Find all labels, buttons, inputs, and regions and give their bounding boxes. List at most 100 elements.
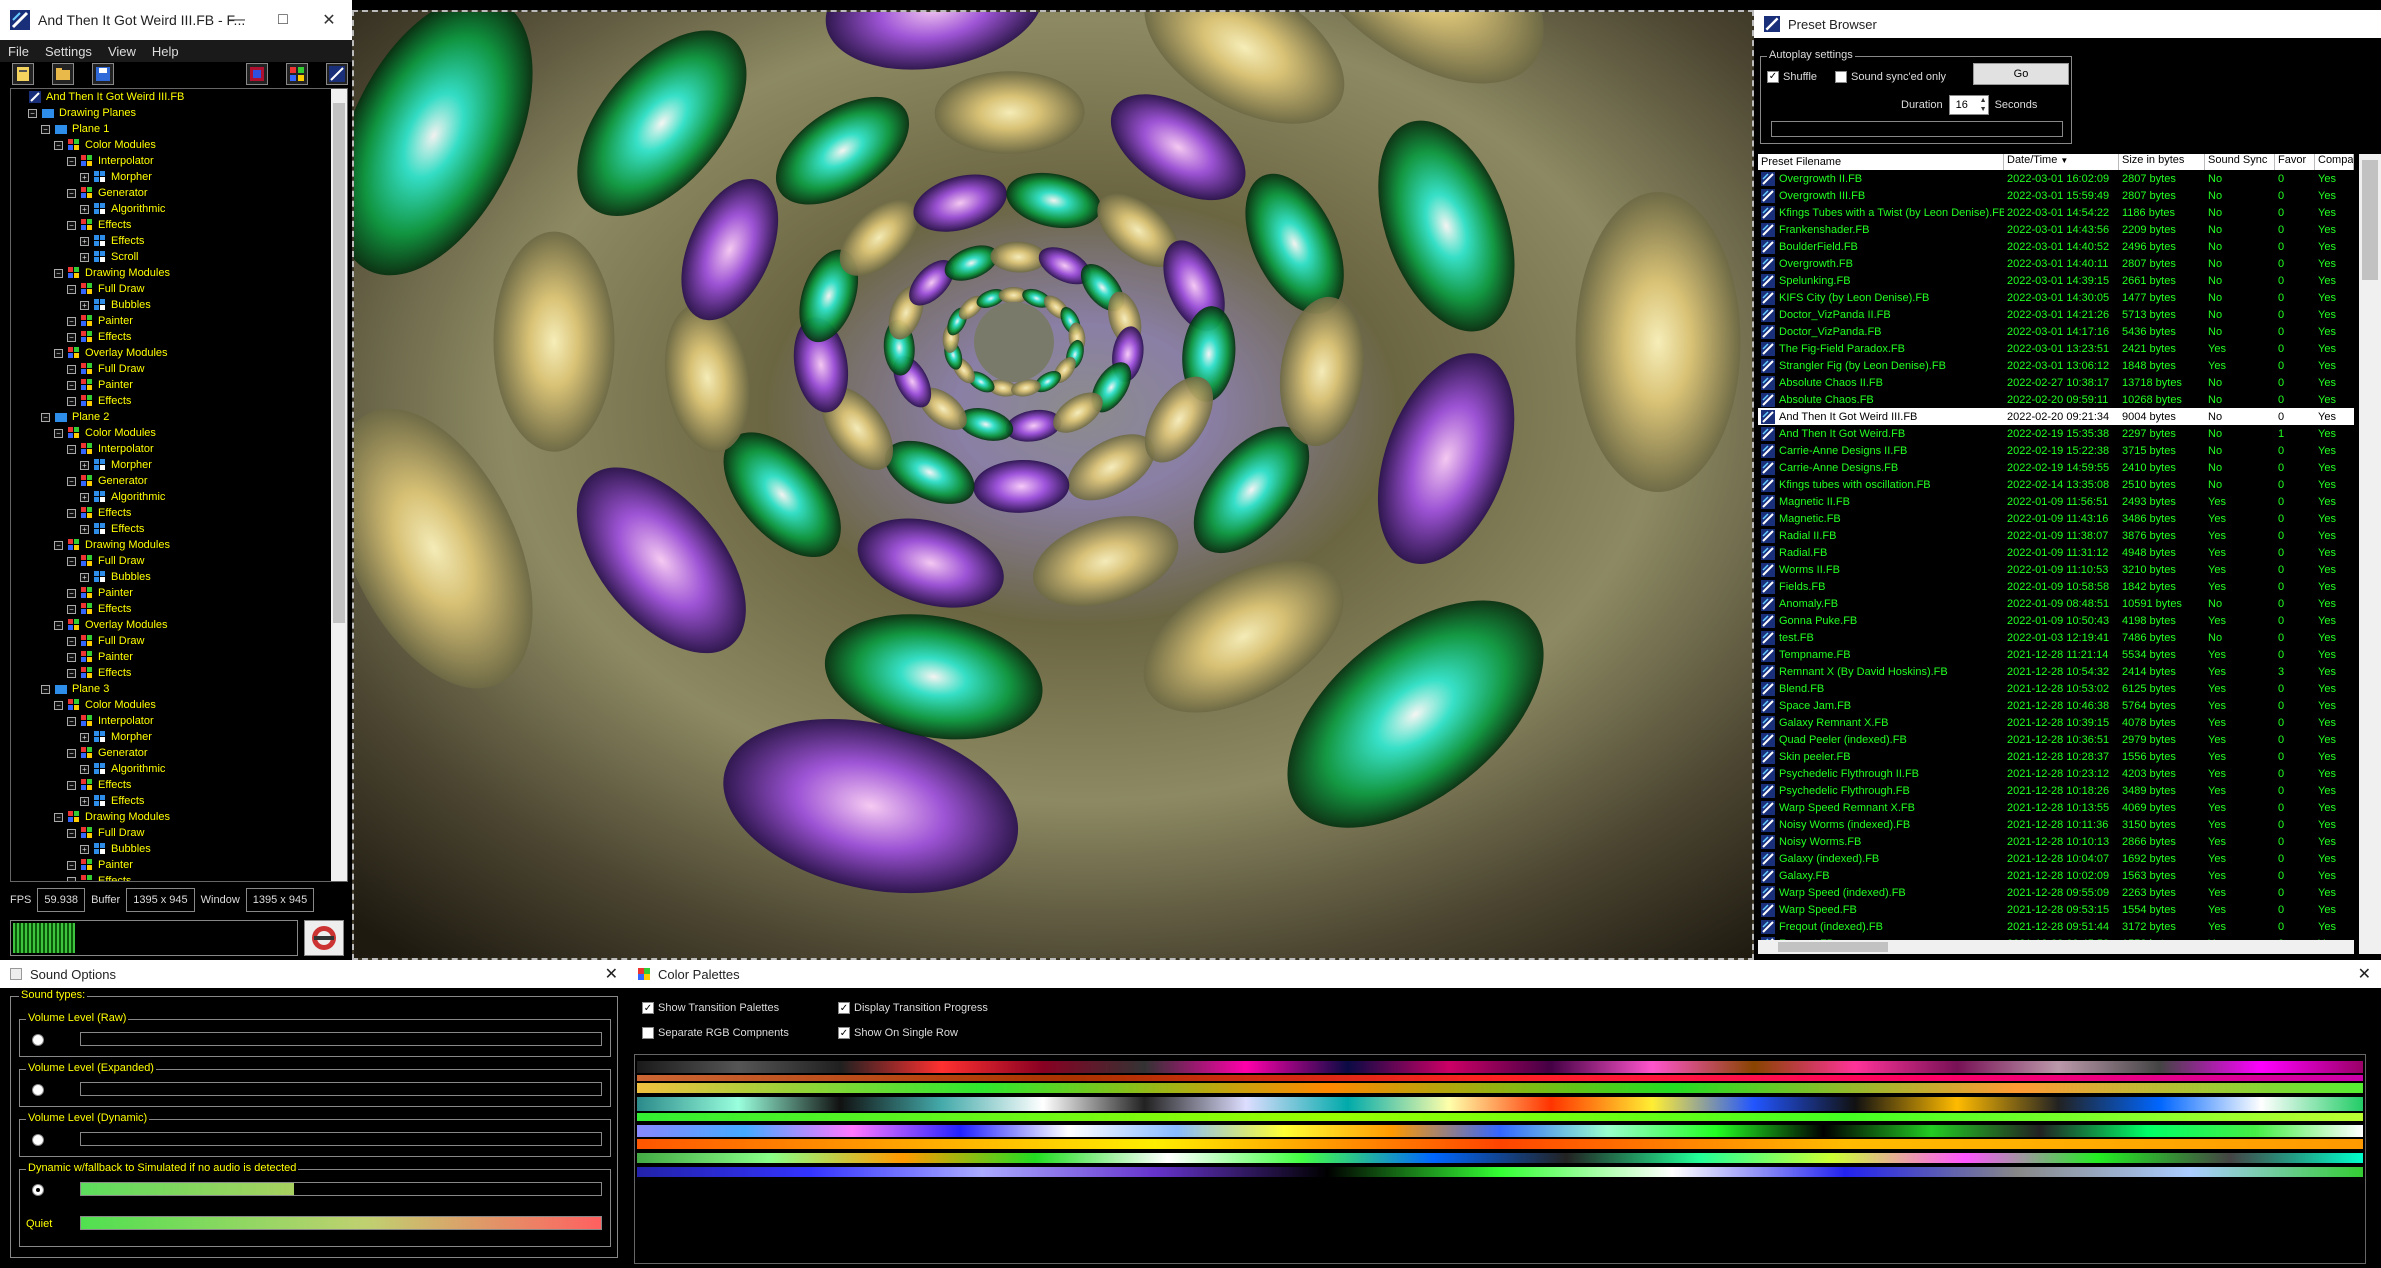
tree-node[interactable]: − Interpolator (11, 441, 347, 457)
table-row[interactable]: Doctor_VizPanda II.FB 2022-03-01 14:21:26… (1758, 306, 2354, 323)
menu-help[interactable]: Help (152, 44, 179, 59)
tree-node[interactable]: − Color Modules (11, 137, 347, 153)
tree-node[interactable]: − Painter (11, 585, 347, 601)
expand-toggle-icon[interactable]: − (67, 748, 76, 758)
save-button[interactable] (92, 63, 114, 85)
table-row[interactable]: Radial II.FB 2022-01-09 11:38:07 3876 byte… (1758, 527, 2354, 544)
expand-toggle-icon[interactable]: − (28, 108, 37, 118)
dynamic-fallback-radio[interactable] (32, 1184, 44, 1196)
sound-options-close-icon[interactable]: ✕ (605, 964, 618, 984)
close-icon[interactable]: ✕ (306, 0, 352, 40)
table-row[interactable]: Kfings tubes with oscillation.FB 2022-02-… (1758, 476, 2354, 493)
sound-options-button[interactable] (304, 920, 344, 956)
tree-node[interactable]: − Effects (11, 777, 347, 793)
expand-toggle-icon[interactable]: − (41, 684, 50, 694)
tree-node[interactable]: − Full Draw (11, 281, 347, 297)
open-file-button[interactable] (52, 63, 74, 85)
expand-toggle-icon[interactable]: + (80, 172, 89, 182)
preset-hscrollbar[interactable] (1758, 940, 2354, 954)
table-row[interactable]: test.FB 2022-01-03 12:19:41 7486 bytes No 0 Y… (1758, 629, 2354, 646)
table-row[interactable]: Tempname.FB 2021-12-28 11:21:14 5534 bytes… (1758, 646, 2354, 663)
tree-node[interactable]: − Effects (11, 873, 347, 881)
volume-dynamic-radio[interactable] (32, 1134, 44, 1146)
expand-toggle-icon[interactable]: − (54, 700, 63, 710)
expand-toggle-icon[interactable]: − (67, 444, 76, 454)
table-row[interactable]: Psychedelic Flythrough II.FB 2021-12-28 1… (1758, 765, 2354, 782)
expand-toggle-icon[interactable]: − (67, 828, 76, 838)
table-row[interactable]: Radial.FB 2022-01-09 11:31:12 4948 bytes Ye… (1758, 544, 2354, 561)
expand-toggle-icon[interactable]: − (67, 876, 76, 881)
table-row[interactable]: Carrie-Anne Designs.FB 2022-02-19 14:59:5… (1758, 459, 2354, 476)
table-row[interactable]: Warp Speed (indexed).FB 2021-12-28 09:55:… (1758, 884, 2354, 901)
expand-toggle-icon[interactable]: + (80, 492, 89, 502)
expand-toggle-icon[interactable]: + (80, 524, 89, 534)
table-row[interactable]: Noisy Worms (indexed).FB 2021-12-28 10:11… (1758, 816, 2354, 833)
table-row[interactable]: Overgrowth.FB 2022-03-01 14:40:11 2807 byt… (1758, 255, 2354, 272)
col-favor[interactable]: Favor (2275, 154, 2315, 170)
color-palettes-titlebar[interactable]: Color Palettes ✕ (628, 960, 2381, 988)
table-row[interactable]: Freqout (indexed).FB 2021-12-28 09:51:44 3… (1758, 918, 2354, 935)
single-row-option[interactable]: ✓ Show On Single Row (838, 1027, 958, 1040)
expand-toggle-icon[interactable]: − (67, 652, 76, 662)
tree-node[interactable]: − Painter (11, 313, 347, 329)
tree-node[interactable]: + Morpher (11, 729, 347, 745)
tree-node[interactable]: + Bubbles (11, 841, 347, 857)
expand-toggle-icon[interactable]: − (67, 780, 76, 790)
tree-node[interactable]: + Effects (11, 521, 347, 537)
table-row[interactable]: And Then It Got Weird.FB 2022-02-19 15:35… (1758, 425, 2354, 442)
display-transition-progress-option[interactable]: ✓ Display Transition Progress (838, 1002, 988, 1015)
tree-node[interactable]: + Algorithmic (11, 201, 347, 217)
tree-node[interactable]: − Overlay Modules (11, 345, 347, 361)
table-row[interactable]: Galaxy (indexed).FB 2021-12-28 10:04:07 16… (1758, 850, 2354, 867)
tree-node[interactable]: + Algorithmic (11, 761, 347, 777)
table-row[interactable]: Magnetic.FB 2022-01-09 11:43:16 3486 bytes… (1758, 510, 2354, 527)
tree-node[interactable]: − Overlay Modules (11, 617, 347, 633)
expand-toggle-icon[interactable]: − (67, 380, 76, 390)
table-row[interactable]: Strangler Fig (by Leon Denise).FB 2022-03… (1758, 357, 2354, 374)
tree-node[interactable]: − Full Draw (11, 825, 347, 841)
grid-toggle-button[interactable] (286, 63, 308, 85)
tree-node[interactable]: − Drawing Modules (11, 265, 347, 281)
new-file-button[interactable] (12, 63, 34, 85)
table-row[interactable]: Overgrowth II.FB 2022-03-01 16:02:09 2807 … (1758, 170, 2354, 187)
table-row[interactable]: Doctor_VizPanda.FB 2022-03-01 14:17:16 543… (1758, 323, 2354, 340)
shuffle-option[interactable]: ✓ Shuffle (1767, 69, 1817, 83)
tree-node[interactable]: + Algorithmic (11, 489, 347, 505)
table-row[interactable]: Galaxy.FB 2021-12-28 10:02:09 1563 bytes Ye… (1758, 867, 2354, 884)
expand-toggle-icon[interactable]: − (67, 588, 76, 598)
expand-toggle-icon[interactable]: − (67, 508, 76, 518)
expand-toggle-icon[interactable]: − (41, 412, 50, 422)
tree-node[interactable]: + Bubbles (11, 569, 347, 585)
expand-toggle-icon[interactable]: − (67, 156, 76, 166)
col-size[interactable]: Size in bytes (2119, 154, 2205, 170)
expand-toggle-icon[interactable]: − (54, 268, 63, 278)
table-row[interactable]: And Then It Got Weird III.FB 2022-02-20 0… (1758, 408, 2354, 425)
single-row-checkbox[interactable]: ✓ (838, 1027, 850, 1040)
tree-node[interactable]: − Painter (11, 857, 347, 873)
tree-node[interactable]: − Full Draw (11, 361, 347, 377)
expand-toggle-icon[interactable]: − (54, 140, 63, 150)
tree-scrollbar[interactable] (331, 89, 347, 881)
sound-synced-checkbox[interactable] (1835, 70, 1847, 83)
volume-expanded-radio[interactable] (32, 1084, 44, 1096)
tree-node[interactable]: + Morpher (11, 169, 347, 185)
expand-toggle-icon[interactable]: − (67, 332, 76, 342)
module-tree[interactable]: −And Then It Got Weird III.FB−Drawing Pl… (10, 88, 348, 882)
tree-node[interactable]: − Drawing Planes (11, 105, 347, 121)
table-row[interactable]: Kfings Tubes with a Twist (by Leon Denis… (1758, 204, 2354, 221)
tree-node[interactable]: − Painter (11, 377, 347, 393)
expand-toggle-icon[interactable]: − (67, 364, 76, 374)
expand-toggle-icon[interactable]: − (67, 668, 76, 678)
menu-file[interactable]: File (8, 44, 29, 59)
expand-toggle-icon[interactable]: + (80, 236, 89, 246)
volume-raw-radio[interactable] (32, 1034, 44, 1046)
minimize-icon[interactable]: — (214, 0, 260, 40)
expand-toggle-icon[interactable]: + (80, 732, 89, 742)
expand-toggle-icon[interactable]: − (54, 540, 63, 550)
separate-rgb-option[interactable]: Separate RGB Compnents (642, 1027, 789, 1040)
expand-toggle-icon[interactable]: + (80, 460, 89, 470)
expand-toggle-icon[interactable]: − (54, 620, 63, 630)
expand-toggle-icon[interactable]: + (80, 844, 89, 854)
table-row[interactable]: KIFS City (by Leon Denise).FB 2022-03-01 … (1758, 289, 2354, 306)
tree-node[interactable]: − Color Modules (11, 697, 347, 713)
